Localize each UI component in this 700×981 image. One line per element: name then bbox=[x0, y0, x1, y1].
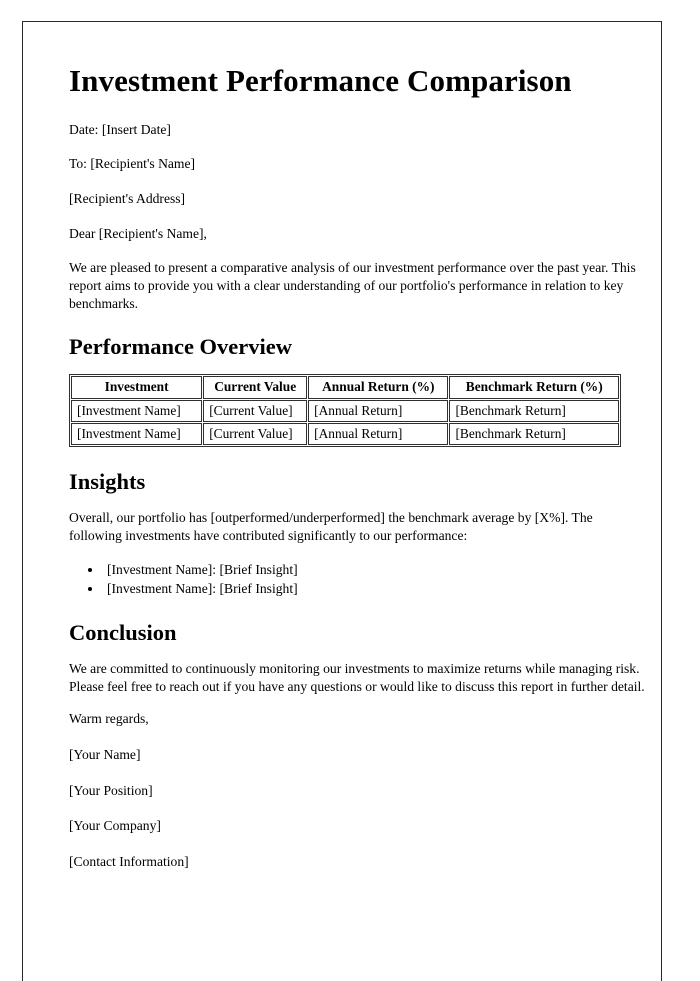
signoff-contact: [Contact Information] bbox=[69, 854, 189, 870]
cell-annual-return: [Annual Return] bbox=[308, 399, 449, 422]
conclusion-paragraph: We are committed to continuously monitor… bbox=[69, 661, 645, 694]
list-item: [Investment Name]: [Brief Insight] bbox=[103, 579, 645, 598]
cell-investment: [Investment Name] bbox=[71, 422, 203, 446]
signoff-block: Warm regards, [Your Name] [Your Position… bbox=[69, 710, 645, 870]
performance-table: Investment Current Value Annual Return (… bbox=[69, 374, 621, 448]
page-title: Investment Performance Comparison bbox=[69, 63, 572, 98]
intro-paragraph: We are pleased to present a comparative … bbox=[69, 260, 636, 311]
cell-annual-return: [Annual Return] bbox=[308, 422, 449, 446]
salutation: Dear [Recipient's Name], bbox=[69, 225, 207, 241]
document-body: Investment Performance Comparison Date: … bbox=[69, 63, 645, 889]
section-heading-conclusion: Conclusion bbox=[69, 620, 177, 646]
letter-header-block: Date: [Insert Date] To: [Recipient's Nam… bbox=[69, 121, 645, 243]
cell-current-value: [Current Value] bbox=[203, 399, 308, 422]
closing-salutation: Warm regards, bbox=[69, 711, 149, 727]
insights-paragraph: Overall, our portfolio has [outperformed… bbox=[69, 510, 593, 543]
cell-benchmark-return: [Benchmark Return] bbox=[449, 422, 619, 446]
section-heading-insights: Insights bbox=[69, 469, 146, 495]
document-page: Investment Performance Comparison Date: … bbox=[22, 21, 662, 981]
cell-benchmark-return: [Benchmark Return] bbox=[449, 399, 619, 422]
signoff-your-name: [Your Name] bbox=[69, 747, 141, 763]
insights-bullet-list: [Investment Name]: [Brief Insight] [Inve… bbox=[69, 560, 645, 599]
table-header-row: Investment Current Value Annual Return (… bbox=[71, 376, 619, 399]
signoff-position: [Your Position] bbox=[69, 782, 153, 798]
column-header-benchmark-return: Benchmark Return (%) bbox=[449, 376, 619, 399]
table-row: [Investment Name] [Current Value] [Annua… bbox=[71, 422, 619, 446]
cell-investment: [Investment Name] bbox=[71, 399, 203, 422]
column-header-investment: Investment bbox=[71, 376, 203, 399]
list-item: [Investment Name]: [Brief Insight] bbox=[103, 560, 645, 579]
table-row: [Investment Name] [Current Value] [Annua… bbox=[71, 399, 619, 422]
cell-current-value: [Current Value] bbox=[203, 422, 308, 446]
column-header-annual-return: Annual Return (%) bbox=[308, 376, 449, 399]
header-line-recipient: To: [Recipient's Name] bbox=[69, 156, 196, 172]
section-heading-performance-overview: Performance Overview bbox=[69, 334, 293, 360]
column-header-current-value: Current Value bbox=[203, 376, 308, 399]
header-line-address: [Recipient's Address] bbox=[69, 191, 186, 207]
header-line-date: Date: [Insert Date] bbox=[69, 121, 171, 137]
signoff-company: [Your Company] bbox=[69, 818, 161, 834]
